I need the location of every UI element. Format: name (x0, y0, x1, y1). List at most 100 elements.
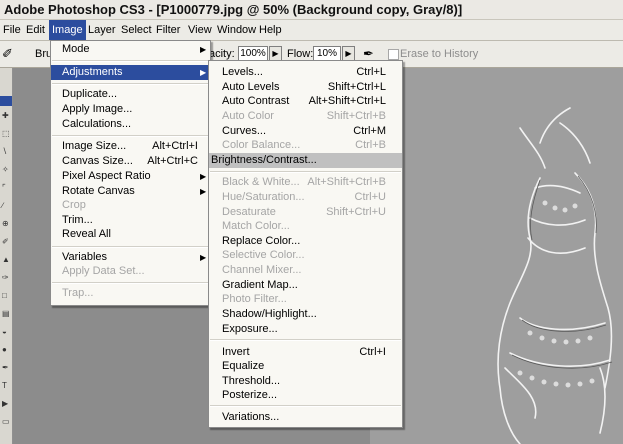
menu-item-apply-data-set: Apply Data Set... (51, 264, 210, 279)
menu-item-variables[interactable]: Variables ▶ (51, 250, 210, 265)
menu-file[interactable]: File (0, 20, 24, 40)
menu-item-curves[interactable]: Curves... Ctrl+M (209, 124, 402, 139)
menu-item-image-size[interactable]: Image Size... Alt+Ctrl+I (51, 139, 210, 154)
menu-item-adjustments[interactable]: Adjustments ▶ (51, 65, 210, 80)
menu-window[interactable]: Window (214, 20, 259, 40)
menu-item-label: Selective Color... (222, 249, 305, 261)
menu-item-label: Replace Color... (222, 235, 301, 247)
menu-item-label: Mode (62, 43, 90, 55)
menu-item-label: Apply Image... (62, 103, 133, 115)
menu-item-auto-contrast[interactable]: Auto Contrast Alt+Shift+Ctrl+L (209, 94, 402, 109)
menu-item-replace-color[interactable]: Replace Color... (209, 234, 402, 249)
menu-item-label: Posterize... (222, 389, 278, 401)
submenu-arrow-icon: ▶ (200, 68, 207, 77)
document-canvas[interactable] (370, 68, 623, 444)
menu-item-label: Variations... (222, 411, 280, 423)
menu-filter[interactable]: Filter (153, 20, 183, 40)
menu-item-auto-color: Auto Color Shift+Ctrl+B (209, 109, 402, 124)
menu-item-shortcut: Shift+Ctrl+U (326, 206, 386, 218)
menu-item-pixel-aspect-ratio[interactable]: Pixel Aspect Ratio ▶ (51, 169, 210, 184)
menu-separator (210, 405, 401, 407)
menu-item-shortcut: Ctrl+B (355, 139, 386, 151)
blur-tool-icon[interactable]: ◒ (2, 328, 10, 336)
menu-item-label: Match Color... (222, 220, 290, 232)
eraser-tool-icon-side[interactable]: □ (2, 292, 10, 300)
menu-item-shortcut: Ctrl+U (354, 191, 386, 203)
menu-image[interactable]: Image (49, 20, 86, 40)
menu-separator (210, 339, 401, 341)
magic-wand-tool-icon[interactable]: ✧ (2, 166, 10, 174)
menu-help[interactable]: Help (256, 20, 285, 40)
menu-item-trim[interactable]: Trim... (51, 213, 210, 228)
move-tool-icon[interactable]: ✚ (2, 112, 10, 120)
menu-item-reveal-all[interactable]: Reveal All (51, 227, 210, 242)
menu-item-mode[interactable]: Mode ▶ (51, 42, 210, 57)
menu-item-color-balance: Color Balance... Ctrl+B (209, 138, 402, 153)
submenu-arrow-icon: ▶ (200, 45, 207, 54)
pen-tool-icon[interactable]: ✒ (2, 364, 10, 372)
marquee-tool-icon[interactable]: ⬚ (2, 130, 10, 138)
path-selection-tool-icon[interactable]: ▶ (2, 400, 10, 408)
menu-select[interactable]: Select (118, 20, 155, 40)
menu-item-label: Curves... (222, 125, 267, 137)
dodge-tool-icon[interactable]: ● (2, 346, 10, 354)
menu-item-exposure[interactable]: Exposure... (209, 322, 402, 337)
eraser-tool-icon[interactable]: ✐ (2, 46, 13, 62)
menu-layer[interactable]: Layer (85, 20, 119, 40)
menu-item-posterize[interactable]: Posterize... (209, 388, 402, 403)
slice-tool-icon[interactable]: ∕ (2, 202, 10, 210)
menu-item-equalize[interactable]: Equalize (209, 359, 402, 374)
menu-item-label: Color Balance... (222, 139, 301, 151)
menu-item-invert[interactable]: Invert Ctrl+I (209, 345, 402, 360)
menu-item-shortcut: Alt+Shift+Ctrl+B (307, 176, 386, 188)
menu-item-match-color: Match Color... (209, 219, 402, 234)
menu-item-shortcut: Ctrl+L (356, 66, 386, 78)
menu-item-photo-filter: Photo Filter... (209, 292, 402, 307)
menu-item-shadow-highlight[interactable]: Shadow/Highlight... (209, 307, 402, 322)
menu-edit[interactable]: Edit (23, 20, 48, 40)
history-brush-tool-icon[interactable]: ✑ (2, 274, 10, 282)
gradient-tool-icon[interactable]: ▤ (2, 310, 10, 318)
menu-item-levels[interactable]: Levels... Ctrl+L (209, 65, 402, 80)
menu-item-label: Canvas Size... (62, 155, 133, 167)
type-tool-icon[interactable]: T (2, 382, 10, 390)
menu-item-label: Auto Contrast (222, 95, 290, 107)
menu-separator (52, 83, 209, 85)
menu-item-trap: Trap... (51, 286, 210, 301)
menu-item-label: Pixel Aspect Ratio (62, 170, 151, 182)
menu-separator (52, 246, 209, 248)
menu-item-gradient-map[interactable]: Gradient Map... (209, 278, 402, 293)
menu-item-shortcut: Ctrl+M (353, 125, 386, 137)
brush-tool-icon[interactable]: ✐ (2, 238, 10, 246)
menu-item-shortcut: Alt+Shift+Ctrl+L (308, 95, 386, 107)
menu-item-label: Apply Data Set... (62, 265, 145, 277)
menu-item-shortcut: Ctrl+I (359, 346, 386, 358)
menu-item-label: Brightness/Contrast... (211, 154, 317, 166)
menu-item-channel-mixer: Channel Mixer... (209, 263, 402, 278)
shape-tool-icon[interactable]: ▭ (2, 418, 10, 426)
menu-item-apply-image[interactable]: Apply Image... (51, 102, 210, 117)
menu-item-label: Shadow/Highlight... (222, 308, 317, 320)
menu-item-threshold[interactable]: Threshold... (209, 374, 402, 389)
menu-separator (52, 60, 209, 62)
menu-item-brightness-contrast[interactable]: Brightness/Contrast... (209, 153, 402, 168)
menu-item-canvas-size[interactable]: Canvas Size... Alt+Ctrl+C (51, 154, 210, 169)
menu-item-label: Calculations... (62, 118, 132, 130)
menu-item-label: Auto Color (222, 110, 274, 122)
menu-item-calculations[interactable]: Calculations... (51, 117, 210, 132)
menu-item-variations[interactable]: Variations... (209, 410, 402, 425)
menu-item-auto-levels[interactable]: Auto Levels Shift+Ctrl+L (209, 80, 402, 95)
erase-to-history-checkbox[interactable] (388, 49, 399, 60)
menu-view[interactable]: View (185, 20, 215, 40)
clone-stamp-tool-icon[interactable]: ▲ (2, 256, 10, 264)
menu-item-label: Trim... (62, 214, 93, 226)
healing-brush-tool-icon[interactable]: ⊕ (2, 220, 10, 228)
menu-item-rotate-canvas[interactable]: Rotate Canvas ▶ (51, 184, 210, 199)
menu-item-label: Reveal All (62, 228, 111, 240)
menu-item-label: Channel Mixer... (222, 264, 302, 276)
crop-tool-icon[interactable]: ⌜ (2, 184, 10, 192)
menu-item-duplicate[interactable]: Duplicate... (51, 87, 210, 102)
toolbox: ✚ ⬚ ∖ ✧ ⌜ ∕ ⊕ ✐ ▲ ✑ □ ▤ ◒ ● ✒ T ▶ ▭ (0, 68, 13, 444)
lasso-tool-icon[interactable]: ∖ (2, 148, 10, 156)
menu-item-label: Threshold... (222, 375, 281, 387)
